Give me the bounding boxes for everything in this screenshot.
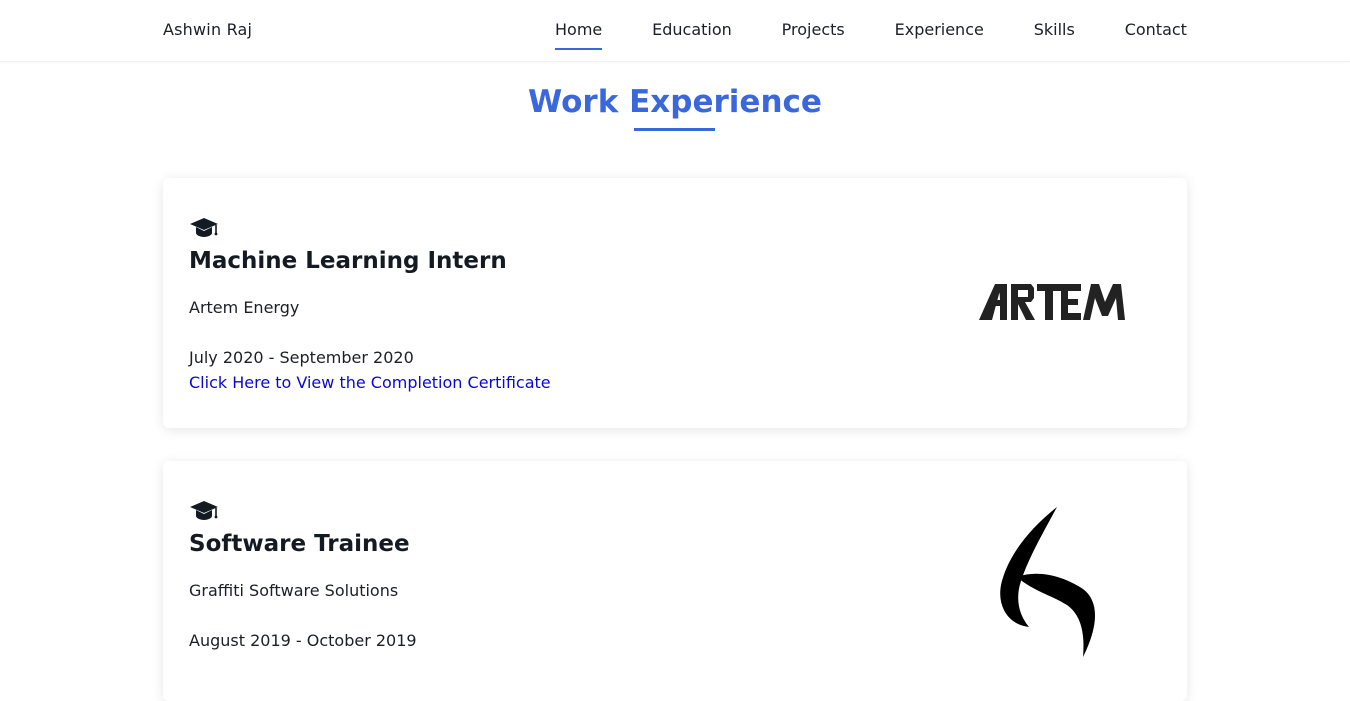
employment-dates: July 2020 - September 2020 <box>189 348 414 367</box>
company-name: Graffiti Software Solutions <box>189 581 399 600</box>
company-name: Artem Energy <box>189 298 300 317</box>
brand-name[interactable]: Ashwin Raj <box>163 20 252 39</box>
nav-links: Home Education Projects Experience Skill… <box>555 20 1187 50</box>
artem-energy-logo <box>979 284 1125 320</box>
nav-link-home[interactable]: Home <box>555 20 603 50</box>
nav-link-experience[interactable]: Experience <box>895 20 984 39</box>
experience-card: Machine Learning Intern Artem Energy Jul… <box>163 178 1187 428</box>
job-title: Machine Learning Intern <box>189 248 507 274</box>
section-title: Work Experience <box>528 84 822 120</box>
completion-certificate-link[interactable]: Click Here to View the Completion Certif… <box>189 373 551 392</box>
nav-link-education[interactable]: Education <box>652 20 732 39</box>
job-title: Software Trainee <box>189 531 410 557</box>
nav-link-projects[interactable]: Projects <box>782 20 845 39</box>
graduation-cap-icon <box>190 501 218 520</box>
navbar: Ashwin Raj Home Education Projects Exper… <box>0 0 1350 62</box>
experience-card: Software Trainee Graffiti Software Solut… <box>163 461 1187 701</box>
graduation-cap-icon <box>190 218 218 237</box>
graffiti-software-logo <box>1000 507 1095 657</box>
section-title-underline <box>634 128 715 131</box>
nav-link-contact[interactable]: Contact <box>1125 20 1187 39</box>
employment-dates: August 2019 - October 2019 <box>189 631 417 650</box>
nav-link-skills[interactable]: Skills <box>1034 20 1075 39</box>
